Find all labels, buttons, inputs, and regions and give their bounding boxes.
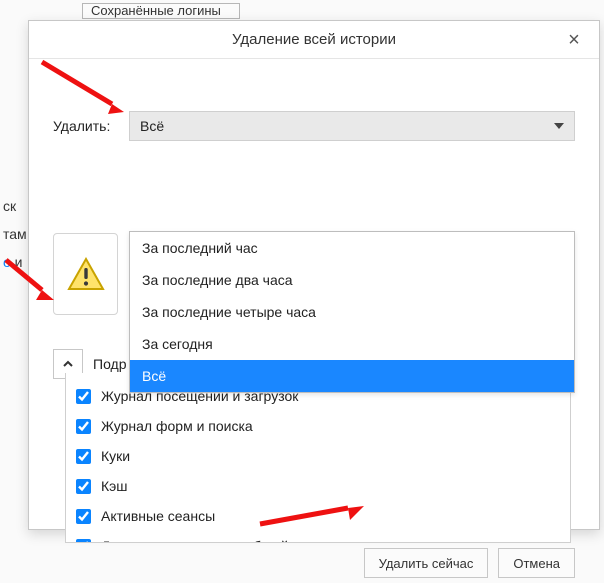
checkbox[interactable] <box>76 419 91 434</box>
check-label: Данные автономных веб-сайтов <box>101 538 310 543</box>
cancel-button[interactable]: Отмена <box>498 548 575 578</box>
warning-icon <box>67 257 105 291</box>
time-range-select[interactable]: Всё <box>129 111 575 141</box>
time-range-option[interactable]: За последние два часа <box>130 264 574 296</box>
check-label: Кэш <box>101 478 128 494</box>
annotation-arrow-3 <box>256 498 366 532</box>
check-row[interactable]: Кэш <box>76 471 560 501</box>
checkbox[interactable] <box>76 449 91 464</box>
checkbox[interactable] <box>76 509 91 524</box>
checkbox[interactable] <box>76 539 91 544</box>
checkbox[interactable] <box>76 479 91 494</box>
bg-text-2: там <box>0 222 30 246</box>
select-value: Всё <box>140 118 164 134</box>
details-label: Подр <box>93 356 127 372</box>
check-label: Куки <box>101 448 130 464</box>
annotation-arrow-1 <box>38 58 128 118</box>
chevron-up-icon <box>62 358 74 370</box>
check-label: Журнал форм и поиска <box>101 418 253 434</box>
check-row[interactable]: Данные автономных веб-сайтов <box>76 531 560 543</box>
check-row[interactable]: Журнал форм и поиска <box>76 411 560 441</box>
bg-text-1: ск <box>0 194 19 218</box>
delete-label: Удалить: <box>53 118 129 134</box>
dialog-header: Удаление всей истории × <box>29 21 599 59</box>
time-range-option[interactable]: Всё <box>130 360 574 392</box>
delete-now-button[interactable]: Удалить сейчас <box>364 548 489 578</box>
time-range-option[interactable]: За последние четыре часа <box>130 296 574 328</box>
check-label: Активные сеансы <box>101 508 215 524</box>
annotation-arrow-2 <box>0 254 60 304</box>
chevron-down-icon <box>554 123 564 129</box>
saved-logins-button[interactable]: Сохранённые логины <box>82 3 240 19</box>
time-range-option[interactable]: За сегодня <box>130 328 574 360</box>
dialog-title: Удаление всей истории <box>232 31 396 48</box>
warning-box <box>53 233 118 315</box>
close-icon[interactable]: × <box>555 21 593 59</box>
checkbox[interactable] <box>76 389 91 404</box>
time-range-dropdown[interactable]: За последний часЗа последние два часаЗа … <box>129 231 575 393</box>
time-range-option[interactable]: За последний час <box>130 232 574 264</box>
check-row[interactable]: Куки <box>76 441 560 471</box>
